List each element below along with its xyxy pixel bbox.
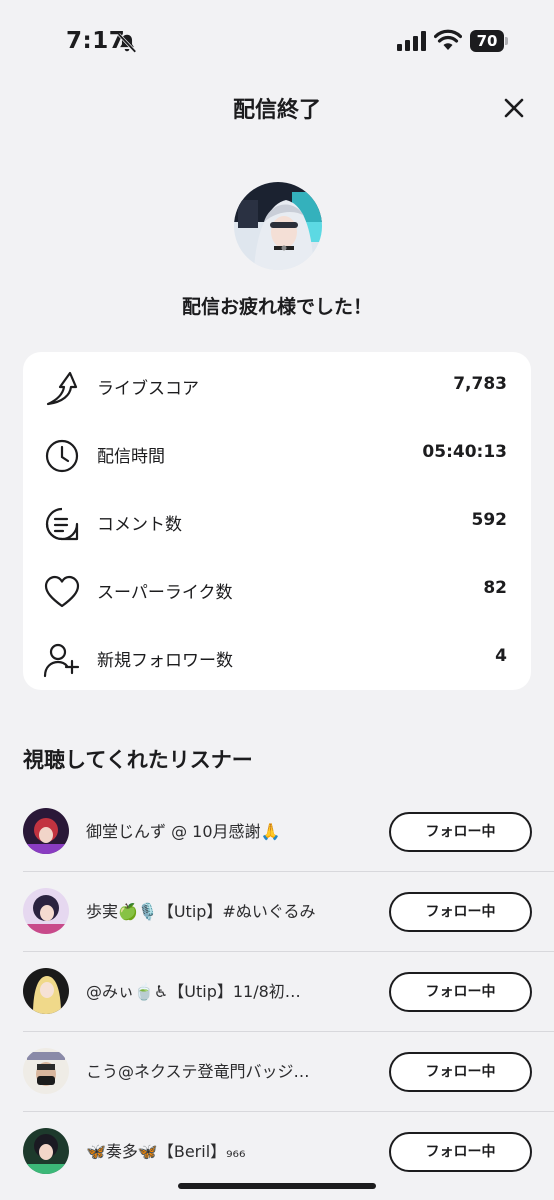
listener-row: @みぃ🍵♿【Utip】11/8初… フォロー中 bbox=[0, 952, 554, 1032]
bell-off-icon bbox=[117, 33, 137, 53]
stat-row-new-followers: 新規フォロワー数 4 bbox=[23, 624, 531, 692]
stats-card: ライブスコア 7,783 配信時間 05:40:13 コメント数 592 スーパ… bbox=[23, 352, 531, 690]
add-user-icon bbox=[43, 643, 80, 678]
close-icon[interactable] bbox=[498, 92, 530, 124]
heart-icon bbox=[44, 575, 80, 608]
stat-row-live-score: ライブスコア 7,783 bbox=[23, 352, 531, 420]
host-avatar bbox=[234, 182, 322, 270]
stat-value: 592 bbox=[471, 510, 508, 530]
listener-name[interactable]: 御堂じんず @ 10月感謝🙏 bbox=[86, 818, 371, 842]
listener-row: 🦋奏多🦋【Beril】₉₆₆ フォロー中 bbox=[0, 1112, 554, 1192]
stat-label: スーパーライク数 bbox=[97, 583, 233, 603]
listener-avatar[interactable] bbox=[23, 1128, 69, 1174]
comment-icon bbox=[45, 507, 79, 541]
listener-name[interactable]: 歩実🍏🎙️【Utip】#ぬいぐるみ bbox=[86, 898, 371, 922]
listener-name[interactable]: @みぃ🍵♿【Utip】11/8初… bbox=[86, 978, 371, 1002]
battery-tip bbox=[505, 37, 508, 45]
stat-label: 新規フォロワー数 bbox=[97, 651, 233, 671]
battery-indicator: 70 bbox=[470, 30, 508, 52]
stat-row-comments: コメント数 592 bbox=[23, 488, 531, 556]
stat-value: 05:40:13 bbox=[422, 442, 507, 462]
following-button[interactable]: フォロー中 bbox=[389, 812, 532, 852]
completion-message: 配信お疲れ様でした！ bbox=[181, 296, 372, 318]
listener-avatar[interactable] bbox=[23, 888, 69, 934]
home-indicator[interactable] bbox=[178, 1183, 376, 1189]
following-button[interactable]: フォロー中 bbox=[389, 972, 532, 1012]
following-button[interactable]: フォロー中 bbox=[389, 1132, 532, 1172]
stat-value: 82 bbox=[483, 578, 507, 598]
stat-label: コメント数 bbox=[97, 515, 182, 535]
page-title: 配信終了 bbox=[232, 98, 321, 123]
battery-level: 70 bbox=[470, 30, 504, 52]
listener-avatar[interactable] bbox=[23, 968, 69, 1014]
clock-icon bbox=[45, 439, 79, 473]
stat-row-stream-time: 配信時間 05:40:13 bbox=[23, 420, 531, 488]
following-button[interactable]: フォロー中 bbox=[389, 1052, 532, 1092]
listener-name[interactable]: 🦋奏多🦋【Beril】₉₆₆ bbox=[86, 1138, 371, 1162]
listener-row: 御堂じんず @ 10月感謝🙏 フォロー中 bbox=[0, 792, 554, 872]
status-bar: 7:17 70 bbox=[0, 0, 554, 84]
stat-label: 配信時間 bbox=[97, 447, 165, 467]
stat-value: 4 bbox=[495, 646, 507, 666]
stat-label: ライブスコア bbox=[97, 379, 199, 399]
listener-avatar[interactable] bbox=[23, 1048, 69, 1094]
following-button[interactable]: フォロー中 bbox=[389, 892, 532, 932]
stat-row-super-likes: スーパーライク数 82 bbox=[23, 556, 531, 624]
stat-value: 7,783 bbox=[453, 374, 507, 394]
listener-row: こう@ネクステ登竜門バッジ… フォロー中 bbox=[0, 1032, 554, 1112]
listeners-section-title: 視聴してくれたリスナー bbox=[23, 748, 253, 772]
listener-name[interactable]: こう@ネクステ登竜門バッジ… bbox=[86, 1058, 371, 1082]
live-score-icon bbox=[46, 371, 78, 406]
listener-avatar[interactable] bbox=[23, 808, 69, 854]
listener-row: 歩実🍏🎙️【Utip】#ぬいぐるみ フォロー中 bbox=[0, 872, 554, 952]
wifi-icon bbox=[434, 29, 462, 50]
cellular-signal-icon bbox=[397, 31, 426, 51]
